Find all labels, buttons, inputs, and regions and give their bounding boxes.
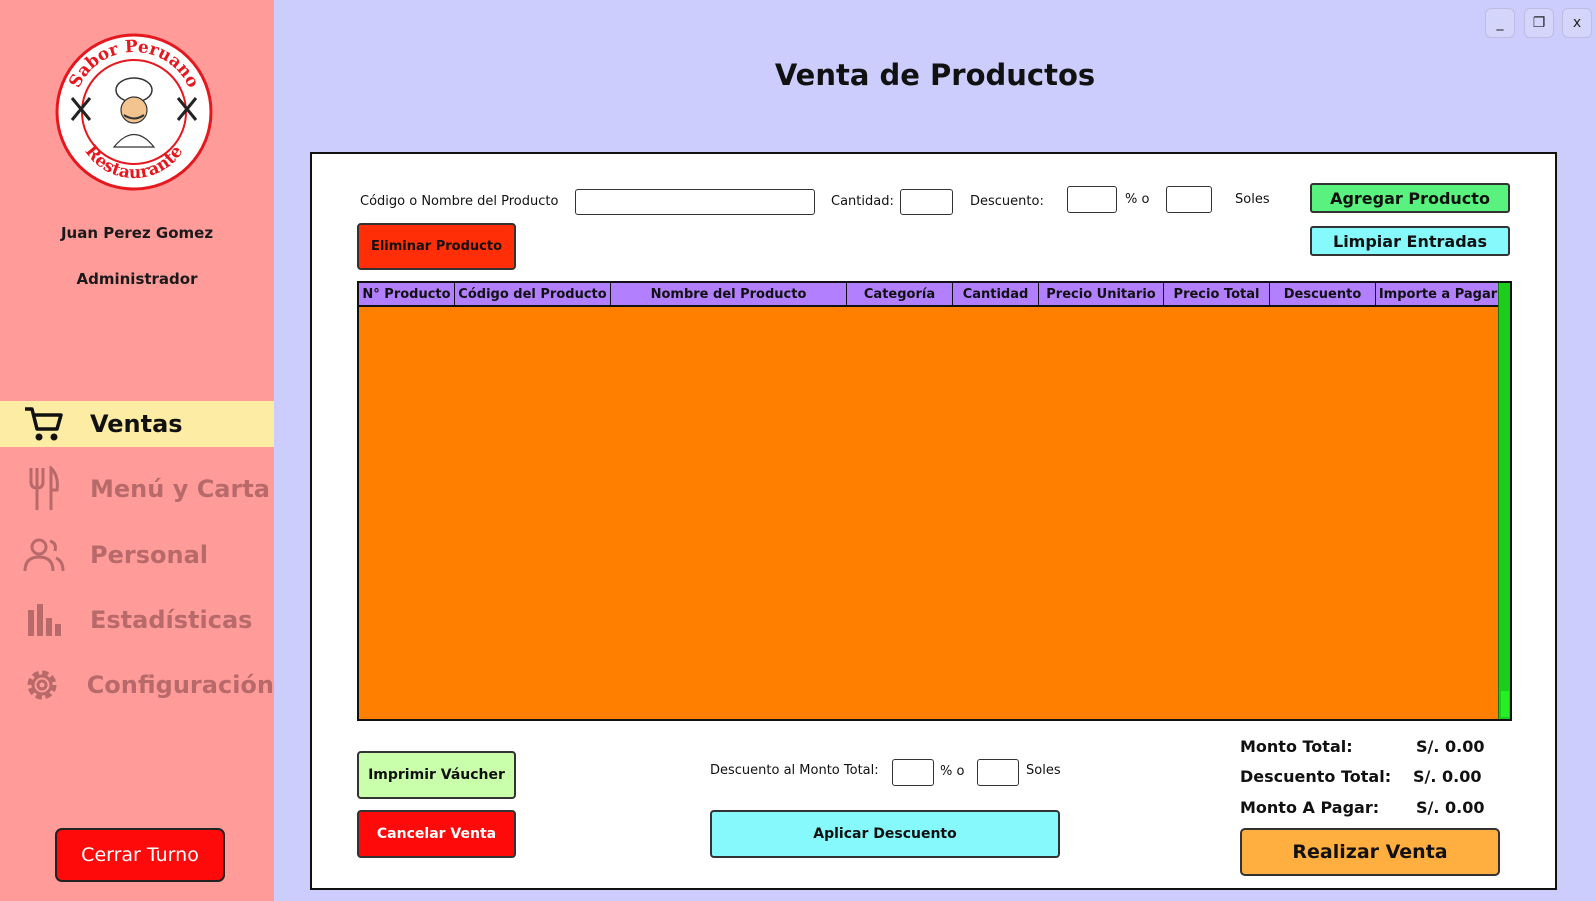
column-header[interactable]: Cantidad xyxy=(953,283,1039,305)
apply-discount-button[interactable]: Aplicar Descuento xyxy=(710,810,1060,858)
scrollbar-thumb[interactable] xyxy=(1501,691,1509,717)
soles-label: Soles xyxy=(1235,192,1270,207)
product-search-input[interactable] xyxy=(575,189,815,215)
column-header[interactable]: Precio Total xyxy=(1164,283,1270,305)
column-header[interactable]: Nombre del Producto xyxy=(611,283,847,305)
sidebar-item-label: Personal xyxy=(90,541,208,569)
sidebar-item-label: Menú y Carta xyxy=(90,475,270,503)
table-header: N° Producto Código del Producto Nombre d… xyxy=(359,283,1510,307)
column-header[interactable]: Categoría xyxy=(847,283,953,305)
total-percent-or-label: % o xyxy=(940,764,965,779)
sidebar-item-configuracion[interactable]: Configuración xyxy=(0,662,274,708)
total-discount-soles-input[interactable] xyxy=(977,759,1019,786)
column-header[interactable]: Importe a Pagar xyxy=(1376,283,1500,305)
user-role: Administrador xyxy=(76,270,198,288)
discount-percent-input[interactable] xyxy=(1067,186,1117,213)
total-discount-label: Descuento al Monto Total: xyxy=(710,763,879,778)
user-name: Juan Perez Gomez xyxy=(60,224,214,242)
sidebar-item-menu[interactable]: Menú y Carta xyxy=(0,466,274,512)
print-voucher-button[interactable]: Imprimir Váucher xyxy=(357,751,516,799)
sidebar-item-label: Configuración xyxy=(86,671,274,699)
column-header[interactable]: Descuento xyxy=(1270,283,1376,305)
product-label: Código o Nombre del Producto xyxy=(360,194,559,209)
monto-pagar-label: Monto A Pagar: xyxy=(1240,798,1380,817)
users-icon xyxy=(22,533,66,577)
maximize-button[interactable]: ❐ xyxy=(1524,8,1554,38)
logout-button[interactable]: Cerrar Turno xyxy=(55,828,225,882)
total-discount-percent-input[interactable] xyxy=(892,759,934,786)
remove-product-button[interactable]: Eliminar Producto xyxy=(357,223,516,270)
column-header[interactable]: Código del Producto xyxy=(455,283,611,305)
add-product-button[interactable]: Agregar Producto xyxy=(1310,183,1510,213)
descuento-total-value: S/. 0.00 xyxy=(1413,767,1482,786)
sidebar-item-label: Ventas xyxy=(90,410,183,438)
sidebar-item-personal[interactable]: Personal xyxy=(0,532,274,578)
table-scrollbar[interactable] xyxy=(1498,283,1510,719)
sidebar-item-ventas[interactable]: Ventas xyxy=(0,401,274,447)
clear-inputs-button[interactable]: Limpiar Entradas xyxy=(1310,226,1510,256)
cart-icon xyxy=(22,402,66,446)
sidebar-item-estadisticas[interactable]: Estadísticas xyxy=(0,597,274,643)
make-sale-button[interactable]: Realizar Venta xyxy=(1240,828,1500,876)
gear-icon xyxy=(22,663,63,707)
column-header[interactable]: Precio Unitario xyxy=(1039,283,1164,305)
monto-total-label: Monto Total: xyxy=(1240,737,1353,756)
total-soles-label: Soles xyxy=(1026,763,1061,778)
discount-soles-input[interactable] xyxy=(1166,186,1212,213)
bar-chart-icon xyxy=(22,598,66,642)
quantity-input[interactable] xyxy=(900,189,953,215)
sidebar-item-label: Estadísticas xyxy=(90,606,253,634)
percent-or-label: % o xyxy=(1125,192,1150,207)
page-title: Venta de Productos xyxy=(774,58,1096,92)
products-table[interactable]: N° Producto Código del Producto Nombre d… xyxy=(357,281,1512,721)
monto-total-value: S/. 0.00 xyxy=(1416,737,1485,756)
sidebar: Sabor Peruano Restaurante Juan Perez Gom… xyxy=(0,0,274,901)
discount-label: Descuento: xyxy=(970,194,1044,209)
descuento-total-label: Descuento Total: xyxy=(1240,767,1392,786)
minimize-button[interactable]: _ xyxy=(1485,8,1515,38)
cancel-sale-button[interactable]: Cancelar Venta xyxy=(357,810,516,858)
quantity-label: Cantidad: xyxy=(831,194,894,209)
restaurant-logo: Sabor Peruano Restaurante xyxy=(55,33,213,191)
monto-pagar-value: S/. 0.00 xyxy=(1416,798,1485,817)
fork-knife-icon xyxy=(22,466,66,511)
column-header[interactable]: N° Producto xyxy=(359,283,455,305)
close-button[interactable]: x xyxy=(1562,8,1592,38)
